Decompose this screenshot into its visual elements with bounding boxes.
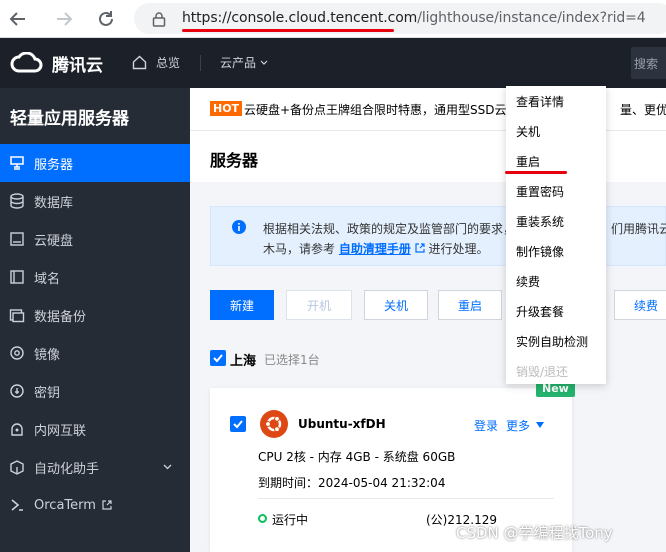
notice-prefix: 木马，请参考: [263, 242, 336, 256]
sidebar-item-label: 内网互联: [34, 423, 87, 439]
sidebar-item-network[interactable]: 内网互联: [0, 410, 190, 448]
backup-icon: [9, 309, 25, 323]
automation-icon: [10, 460, 24, 475]
sidebar-item-label: 数据备份: [34, 309, 87, 325]
url-path: /lighthouse/instance/index?rid=4: [417, 10, 646, 26]
forward-icon[interactable]: [50, 5, 78, 33]
menu-item-create-image[interactable]: 制作镜像: [516, 243, 564, 260]
menu-item-reboot[interactable]: 重启: [516, 153, 540, 170]
url-text: https://console.cloud.tencent.com/lighth…: [182, 10, 646, 26]
more-link[interactable]: 更多: [506, 417, 530, 434]
menu-item-renew[interactable]: 续费: [516, 273, 540, 290]
card-divider: [258, 498, 554, 499]
region-name: 上海: [230, 354, 257, 369]
menu-item-reset-password[interactable]: 重置密码: [516, 183, 564, 200]
notice-text-line1: 根据相关法规、政策的规定及监管部门的要求，: [263, 222, 516, 236]
nav-products[interactable]: 云产品: [220, 54, 256, 71]
url-host: https://console.cloud.tencent.com: [182, 10, 418, 26]
lock-icon[interactable]: [152, 11, 166, 27]
chevron-down-icon: [260, 60, 268, 65]
chevron-down-icon: [163, 464, 172, 470]
sidebar-item-label: OrcaTerm: [34, 497, 96, 513]
more-actions-menu: 查看详情 关机 重启 重置密码 重装系统 制作镜像 续费 升级套餐 实例自助检测…: [506, 86, 606, 384]
menu-item-upgrade-plan[interactable]: 升级套餐: [516, 303, 564, 320]
sidebar-item-backup[interactable]: 数据备份: [0, 296, 190, 334]
image-icon: [10, 346, 24, 360]
reload-icon[interactable]: [92, 5, 120, 33]
sidebar-item-label: 密钥: [34, 385, 61, 401]
sidebar-item-domain[interactable]: 域名: [0, 258, 190, 296]
watermark: CSDN @学编程找Tony: [456, 524, 613, 542]
start-button[interactable]: 开机: [286, 290, 352, 320]
sidebar-item-database[interactable]: 数据库: [0, 182, 190, 220]
domain-icon: [10, 270, 24, 284]
sidebar-item-server[interactable]: 服务器: [0, 144, 190, 182]
sidebar-item-label: 自动化助手: [34, 461, 100, 477]
menu-item-shutdown[interactable]: 关机: [516, 123, 540, 140]
self-cleanup-manual-link[interactable]: 自助清理手册: [339, 242, 411, 256]
disk-icon: [10, 232, 24, 246]
sidebar: 轻量应用服务器 服务器 数据库 云硬盘 域名 数据备份 镜像 密钥 内网互联 自…: [0, 88, 190, 552]
check-icon: [233, 420, 243, 429]
menu-item-self-check[interactable]: 实例自助检测: [516, 333, 588, 350]
external-link-icon: [102, 500, 112, 510]
region-checkbox[interactable]: [210, 350, 226, 366]
menu-item-reinstall-system[interactable]: 重装系统: [516, 213, 564, 230]
page-title: 服务器: [210, 151, 259, 170]
tencent-cloud-logo-icon[interactable]: [10, 52, 44, 74]
sidebar-item-key[interactable]: 密钥: [0, 372, 190, 410]
instance-name[interactable]: Ubuntu-xfDH: [298, 417, 386, 431]
menu-item-view-details[interactable]: 查看详情: [516, 93, 564, 110]
ubuntu-icon: [260, 410, 288, 438]
instance-spec: CPU 2核 - 内存 4GB - 系统盘 60GB: [258, 450, 456, 464]
info-icon: [232, 220, 246, 234]
brand-name[interactable]: 腾讯云: [52, 51, 103, 76]
sidebar-item-label: 云硬盘: [34, 233, 74, 249]
reboot-button[interactable]: 重启: [438, 290, 502, 320]
sidebar-item-automation[interactable]: 自动化助手: [0, 448, 190, 486]
notice-text-line1-right: 们用腾讯云服: [611, 222, 666, 236]
url-highlight-underline: [182, 29, 394, 32]
notice-text-line2: 木马，请参考 自助清理手册 进行处理。: [263, 240, 489, 257]
sidebar-item-label: 镜像: [34, 347, 61, 363]
back-icon[interactable]: [4, 5, 32, 33]
caret-down-icon[interactable]: [536, 422, 544, 428]
shutdown-button[interactable]: 关机: [364, 290, 428, 320]
instance-checkbox[interactable]: [230, 416, 246, 432]
sidebar-item-disk[interactable]: 云硬盘: [0, 220, 190, 258]
menu-item-destroy: 销毁/退还: [516, 365, 569, 379]
key-icon: [10, 384, 24, 398]
external-link-icon: [415, 243, 425, 253]
login-link[interactable]: 登录: [474, 417, 498, 434]
hot-tag: HOT: [210, 101, 243, 116]
top-nav: 腾讯云 总览 云产品 搜索: [0, 38, 666, 88]
running-status-icon: [258, 514, 267, 523]
reboot-highlight-underline: [505, 171, 567, 174]
home-icon[interactable]: [132, 55, 147, 70]
browser-bar: https://console.cloud.tencent.com/lighth…: [0, 0, 666, 38]
database-icon: [10, 193, 24, 209]
sidebar-item-label: 域名: [34, 271, 61, 287]
nav-divider: [200, 55, 201, 71]
server-icon: [10, 156, 24, 170]
terminal-icon: [11, 499, 23, 511]
promo-text: 云硬盘+备份点王牌组合限时特惠，通用型SSD云硬: [244, 103, 519, 117]
instance-expire: 到期时间：2024-05-04 21:32:04: [258, 476, 446, 490]
sidebar-title: 轻量应用服务器: [10, 109, 129, 129]
renew-button[interactable]: 续费: [614, 290, 666, 320]
sidebar-item-label: 服务器: [34, 157, 74, 173]
notice-suffix: 进行处理。: [428, 242, 489, 256]
sidebar-item-image[interactable]: 镜像: [0, 334, 190, 372]
network-icon: [11, 423, 23, 436]
search-input[interactable]: 搜索: [631, 47, 666, 79]
promo-text-right: 量、更优惠: [620, 103, 666, 117]
selected-count: 已选择1台: [264, 353, 320, 367]
sidebar-item-orcaterm[interactable]: OrcaTerm: [0, 486, 190, 524]
sidebar-item-label: 数据库: [34, 195, 74, 211]
nav-overview[interactable]: 总览: [156, 54, 180, 71]
check-icon: [213, 354, 223, 363]
create-button[interactable]: 新建: [210, 290, 274, 320]
instance-status: 运行中: [272, 513, 309, 527]
